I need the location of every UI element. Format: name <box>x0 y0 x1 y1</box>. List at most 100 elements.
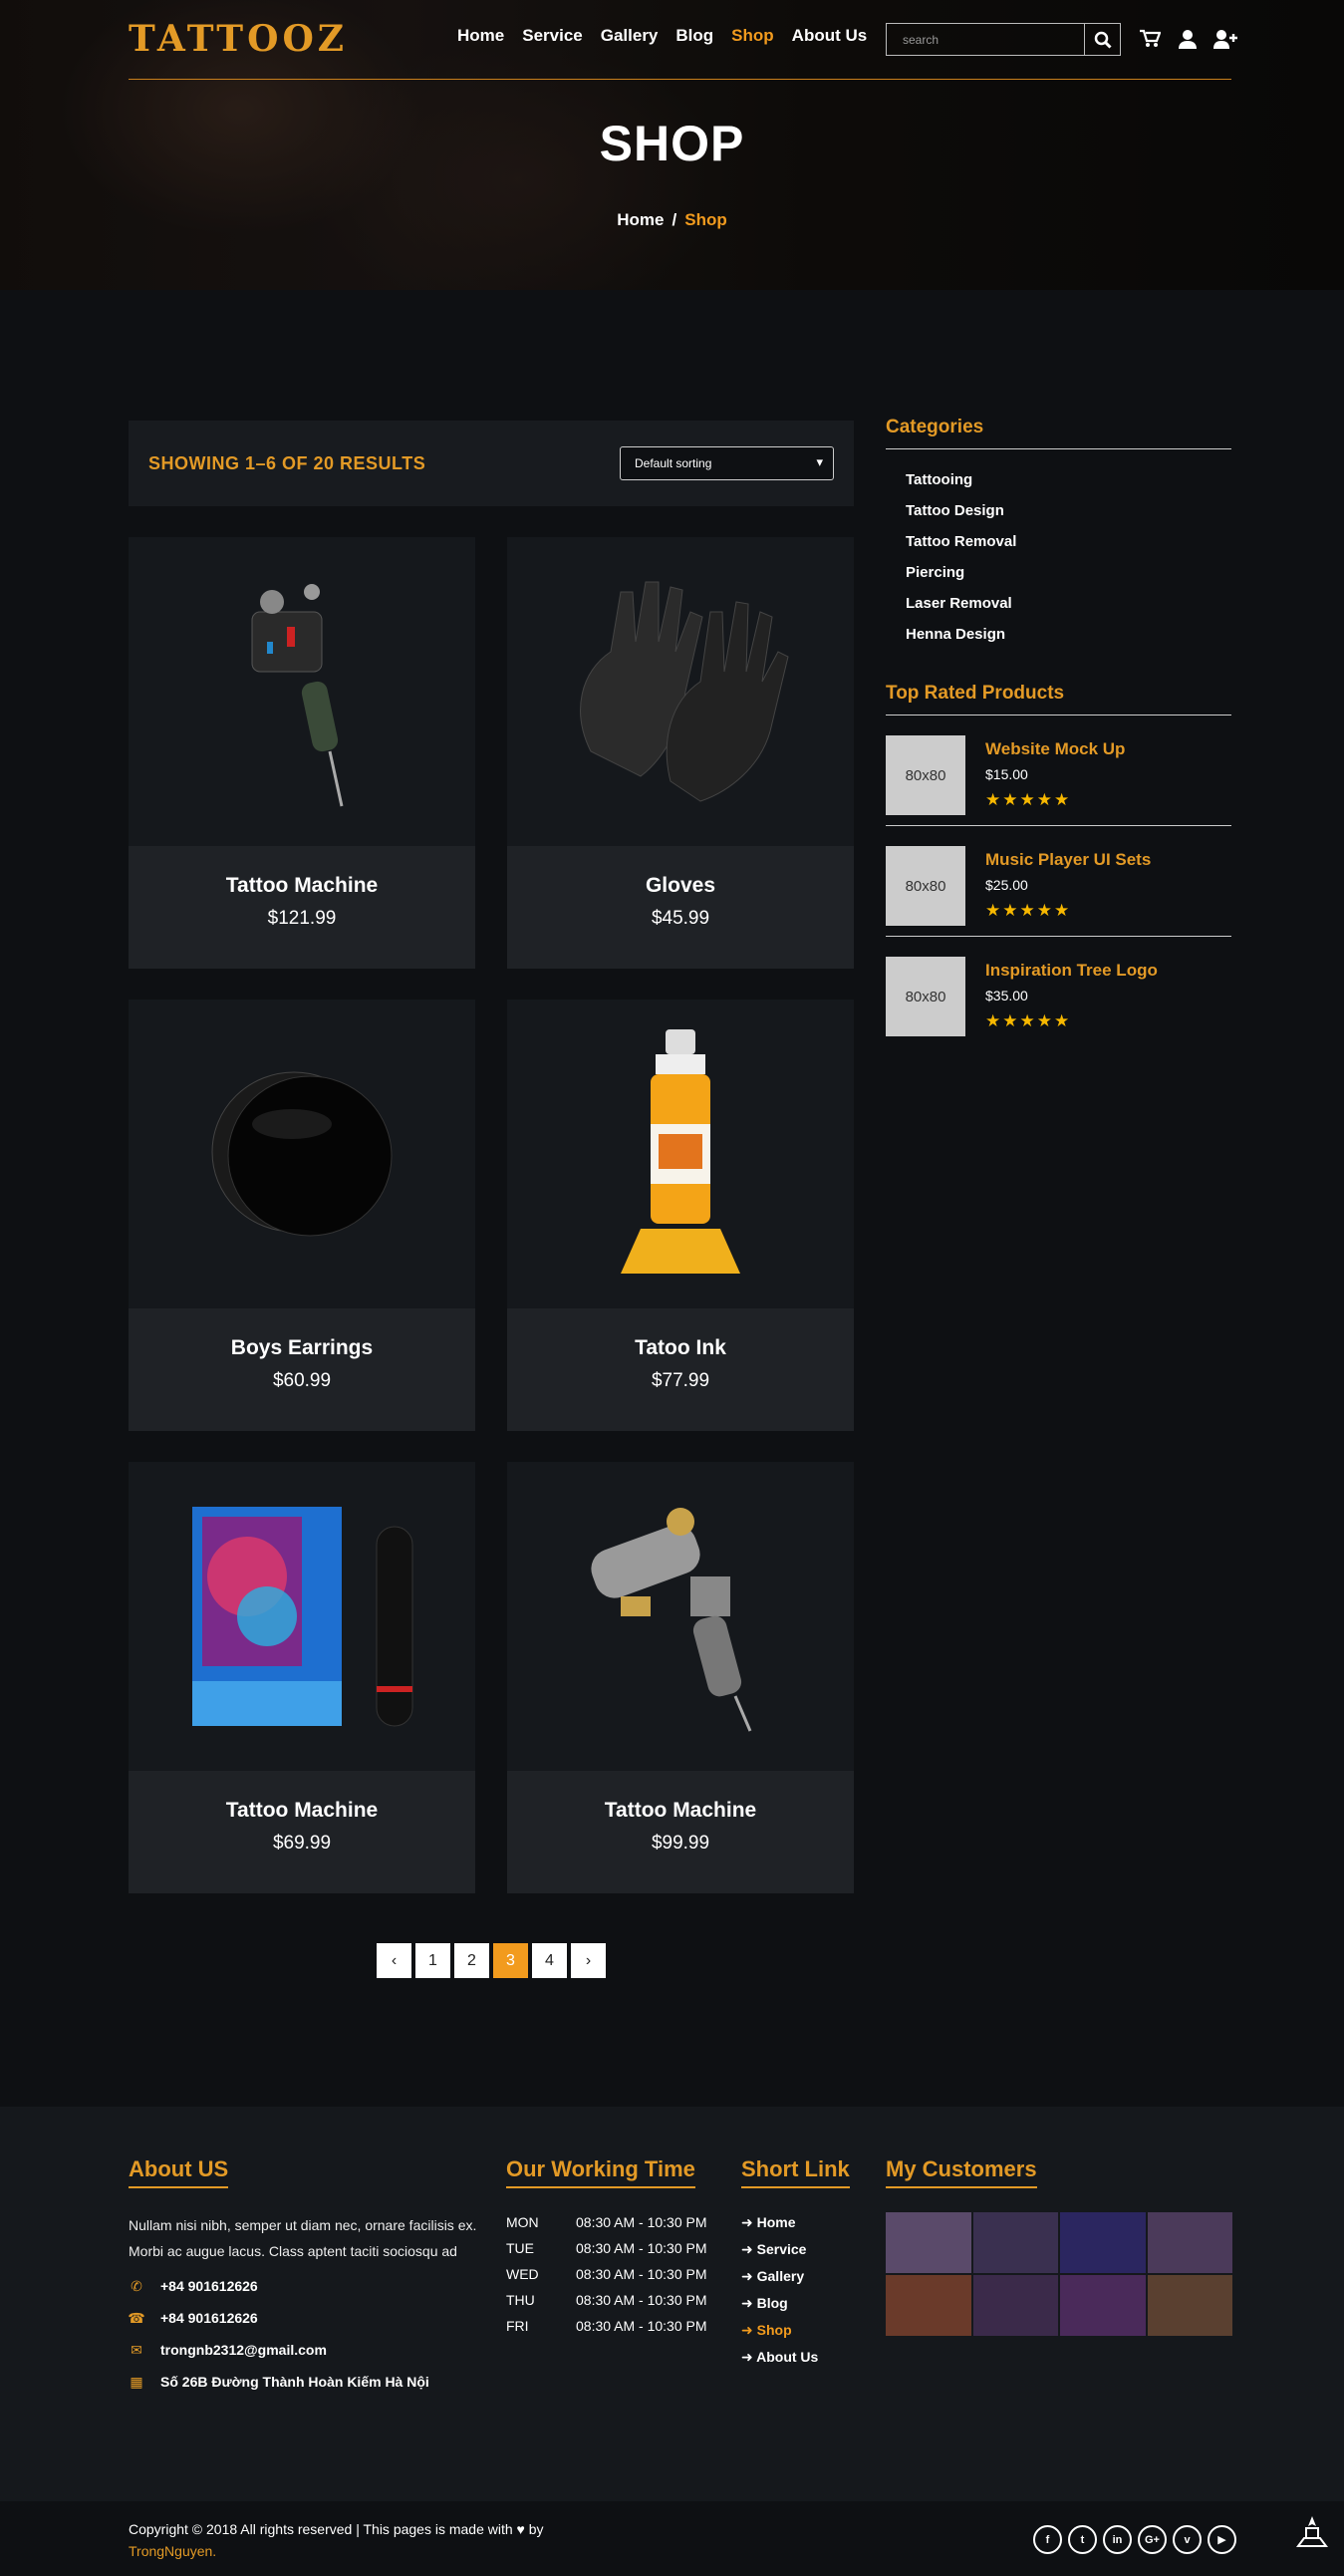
envelope-icon: ✉ <box>131 2341 142 2358</box>
category-item[interactable]: Tattoo Removal <box>906 533 1231 550</box>
product-card[interactable]: Tatoo Ink $77.99 <box>507 1000 854 1431</box>
customer-photo[interactable] <box>1147 2212 1232 2273</box>
footer-link-about[interactable]: ➜ About Us <box>741 2349 871 2366</box>
fax-icon: ☎ <box>128 2309 145 2326</box>
product-card[interactable]: Boys Earrings $60.99 <box>129 1000 475 1431</box>
linkedin-icon[interactable]: in <box>1103 2525 1132 2554</box>
menu-item-about[interactable]: About Us <box>792 26 868 46</box>
user-plus-icon[interactable] <box>1212 26 1238 52</box>
hours-row: TUE 08:30 AM - 10:30 PM <box>506 2240 725 2256</box>
pagination-page-4[interactable]: 4 <box>532 1943 567 1978</box>
product-thumbnail[interactable]: 80x80 <box>886 957 965 1036</box>
google-plus-icon[interactable]: G+ <box>1138 2525 1167 2554</box>
hours-list: MON 08:30 AM - 10:30 PM TUE 08:30 AM - 10:… <box>506 2214 725 2334</box>
user-icon[interactable] <box>1175 26 1201 52</box>
product-card[interactable]: Tattoo Machine $121.99 <box>129 537 475 969</box>
facebook-icon[interactable]: f <box>1033 2525 1062 2554</box>
product-thumbnail[interactable]: 80x80 <box>886 735 965 815</box>
footer-link-blog[interactable]: ➜ Blog <box>741 2295 871 2312</box>
social-links: f t in G+ v ▶ <box>1033 2525 1236 2554</box>
links-title: Short Link <box>741 2156 850 2188</box>
footer-link-label: Blog <box>756 2295 788 2311</box>
breadcrumb-home[interactable]: Home <box>617 210 664 229</box>
pagination-next[interactable]: › <box>571 1943 606 1978</box>
menu-item-gallery[interactable]: Gallery <box>601 26 659 46</box>
product-info: Gloves $45.99 <box>507 846 854 969</box>
main-menu: Home Service Gallery Blog Shop About Us <box>457 26 885 46</box>
footer-link-home[interactable]: ➜ Home <box>741 2214 871 2231</box>
cart-icon[interactable] <box>1137 26 1163 52</box>
gloves-image[interactable] <box>507 537 854 846</box>
vimeo-icon[interactable]: v <box>1173 2525 1202 2554</box>
hours-day: FRI <box>506 2318 529 2334</box>
product-thumbnail[interactable]: 80x80 <box>886 846 965 926</box>
contact-list: ✆ +84 901612626 ☎ +84 901612626 ✉ trongnb23… <box>128 2278 477 2391</box>
category-item[interactable]: Tattoo Design <box>906 502 1231 519</box>
product-card[interactable]: Tattoo Machine $69.99 <box>129 1462 475 1893</box>
customer-photo[interactable] <box>1060 2275 1146 2336</box>
ink-bottle-image[interactable] <box>507 1000 854 1308</box>
menu-item-service[interactable]: Service <box>522 26 583 46</box>
product-name[interactable]: Boys Earrings <box>129 1336 475 1360</box>
product-price: $99.99 <box>651 1833 710 1854</box>
top-rated-section: Top Rated Products 80x80 Website Mock Up… <box>886 683 1231 1046</box>
search-box <box>886 23 1121 56</box>
product-name[interactable]: Tattoo Machine <box>129 874 475 898</box>
menu-item-shop[interactable]: Shop <box>731 26 774 46</box>
pagination-prev[interactable]: ‹ <box>377 1943 411 1978</box>
pagination-page-2[interactable]: 2 <box>454 1943 489 1978</box>
category-item[interactable]: Laser Removal <box>906 595 1231 612</box>
customer-photo[interactable] <box>1147 2275 1232 2336</box>
copyright: Copyright © 2018 All rights reserved | T… <box>129 2518 544 2562</box>
product-name[interactable]: Tattoo Machine <box>129 1799 475 1823</box>
map-icon: ▦ <box>130 2373 143 2390</box>
top-rated-title-link[interactable]: Music Player UI Sets <box>985 850 1151 870</box>
sort-select[interactable]: Default sorting <box>620 446 834 480</box>
youtube-icon[interactable]: ▶ <box>1208 2525 1236 2554</box>
navbar: TATTOOZ Home Service Gallery Blog Shop A… <box>129 0 1237 80</box>
product-info: Tattoo Machine $121.99 <box>129 846 475 969</box>
search-input[interactable] <box>887 24 1084 55</box>
category-item[interactable]: Tattooing <box>906 471 1231 488</box>
rotary-machine-image[interactable] <box>507 1462 854 1771</box>
star-rating: ★★★★★ <box>985 1011 1072 1030</box>
product-price: $121.99 <box>267 908 337 929</box>
earring-image[interactable] <box>129 1000 475 1308</box>
footer-link-label: Home <box>756 2214 796 2230</box>
product-card[interactable]: Gloves $45.99 <box>507 537 854 969</box>
top-rated-item: 80x80 Inspiration Tree Logo $35.00 ★★★★★ <box>886 937 1231 1046</box>
product-name[interactable]: Tattoo Machine <box>507 1799 854 1823</box>
menu-item-blog[interactable]: Blog <box>675 26 713 46</box>
menu-item-home[interactable]: Home <box>457 26 504 46</box>
logo[interactable]: TATTOOZ <box>129 18 348 60</box>
author-link[interactable]: TrongNguyen. <box>129 2543 216 2559</box>
scroll-to-top-icon[interactable] <box>1292 2512 1332 2552</box>
top-rated-title-link[interactable]: Website Mock Up <box>985 739 1125 759</box>
footer-link-shop[interactable]: ➜ Shop <box>741 2322 871 2339</box>
pagination-page-1[interactable]: 1 <box>415 1943 450 1978</box>
tattoo-pen-image[interactable] <box>129 1462 475 1771</box>
customer-photo[interactable] <box>972 2275 1058 2336</box>
product-card[interactable]: Tattoo Machine $99.99 <box>507 1462 854 1893</box>
top-rated-title: Top Rated Products <box>886 683 1231 716</box>
product-name[interactable]: Tatoo Ink <box>507 1336 854 1360</box>
customer-photo[interactable] <box>886 2275 971 2336</box>
customer-photo[interactable] <box>972 2212 1058 2273</box>
arrow-right-icon: ➜ <box>741 2268 757 2284</box>
category-item[interactable]: Piercing <box>906 564 1231 581</box>
customer-photo[interactable] <box>1060 2212 1146 2273</box>
category-item[interactable]: Henna Design <box>906 626 1231 643</box>
fax-text: +84 901612626 <box>160 2310 258 2326</box>
pagination-page-3[interactable]: 3 <box>493 1943 528 1978</box>
tattoo-machine-image[interactable] <box>129 537 475 846</box>
nav-icons <box>1137 26 1238 52</box>
email-text[interactable]: trongnb2312@gmail.com <box>160 2342 327 2358</box>
top-rated-title-link[interactable]: Inspiration Tree Logo <box>985 961 1158 981</box>
customers-title: My Customers <box>886 2156 1037 2188</box>
customer-photo[interactable] <box>886 2212 971 2273</box>
footer-link-gallery[interactable]: ➜ Gallery <box>741 2268 871 2285</box>
search-button[interactable] <box>1084 24 1120 55</box>
twitter-icon[interactable]: t <box>1068 2525 1097 2554</box>
product-name[interactable]: Gloves <box>507 874 854 898</box>
footer-link-service[interactable]: ➜ Service <box>741 2241 871 2258</box>
